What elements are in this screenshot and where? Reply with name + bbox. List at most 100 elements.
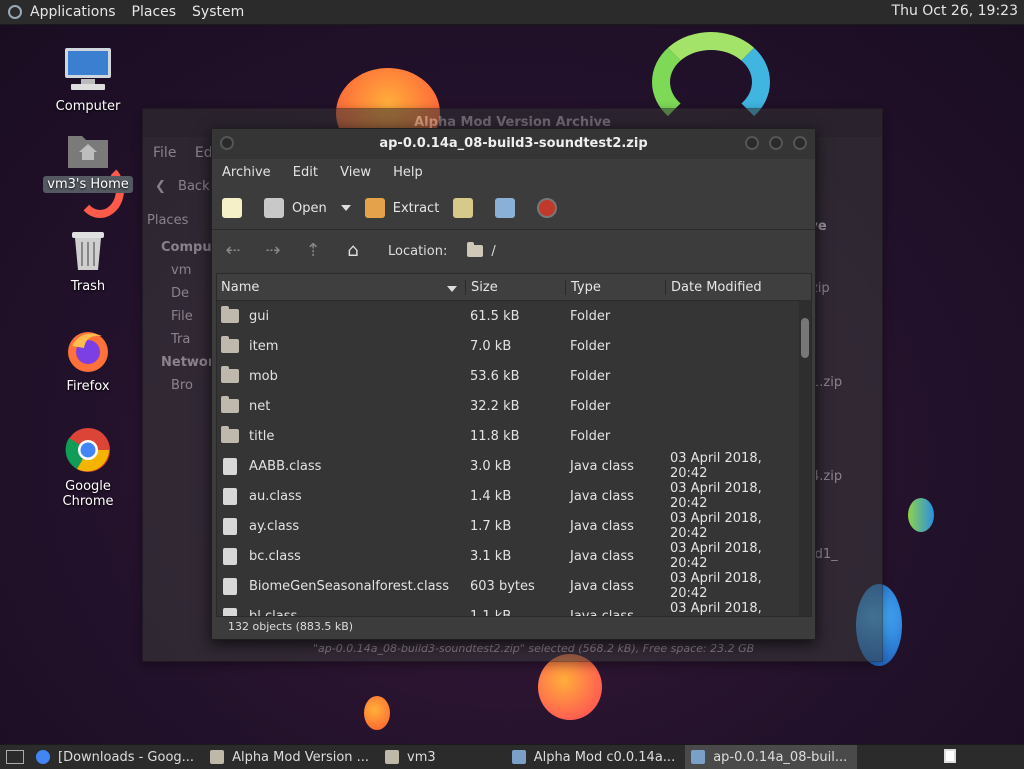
sidebar-heading: Places [147, 213, 189, 228]
vertical-scrollbar[interactable] [799, 300, 811, 616]
location-path[interactable]: / [467, 242, 496, 259]
cell-size: 3.1 kB [470, 548, 512, 564]
table-row[interactable]: au.class 1.4 kB Java class 03 April 2018, 2… [217, 481, 811, 511]
cell-name: mob [217, 366, 465, 384]
cell-size: 11.8 kB [470, 428, 520, 444]
task-list: [Downloads - Goog... Alpha Mod Version ..… [30, 745, 858, 769]
table-row[interactable]: item 7.0 kB Folder [217, 331, 811, 361]
cell-size: 7.0 kB [470, 338, 512, 354]
forward-arrow-icon[interactable]: ⇢ [262, 240, 284, 262]
cell-size: 3.0 kB [470, 458, 512, 474]
cell-type: Folder [570, 398, 611, 414]
workspace-switcher[interactable] [944, 749, 956, 763]
folder-icon [221, 426, 239, 443]
column-header-size[interactable]: Size [465, 279, 565, 295]
taskbar-item-label: vm3 [407, 749, 436, 765]
menu-file[interactable]: File [153, 145, 176, 161]
titlebar[interactable]: ap-0.0.14a_08-build3-soundtest2.zip [212, 129, 815, 159]
cell-name: gui [217, 306, 465, 324]
cell-date: 03 April 2018, 20:42 [670, 451, 762, 481]
minimize-button[interactable] [745, 136, 759, 150]
table-row[interactable]: gui 61.5 kB Folder [217, 301, 811, 331]
places-menu[interactable]: Places [124, 4, 185, 20]
small-blob-decoration [908, 498, 934, 532]
add-folder-button[interactable] [495, 198, 523, 218]
show-desktop-icon[interactable] [6, 750, 24, 764]
taskbar-item[interactable]: ap-0.0.14a_08-buil... [685, 745, 858, 769]
desktop-icon-home[interactable]: vm3's Home [38, 128, 138, 193]
table-row[interactable]: BiomeGenSeasonalforest.class 603 bytes Jav… [217, 571, 811, 601]
menu-help[interactable]: Help [393, 165, 423, 180]
archive-manager-window[interactable]: ap-0.0.14a_08-build3-soundtest2.zip Arch… [211, 128, 816, 640]
column-header-type[interactable]: Type [565, 279, 665, 295]
table-row[interactable]: mob 53.6 kB Folder [217, 361, 811, 391]
taskbar-item[interactable]: vm3 [379, 745, 446, 769]
scrollbar-thumb[interactable] [801, 318, 809, 358]
menu-view[interactable]: View [340, 165, 371, 180]
cell-type: Folder [570, 308, 611, 324]
menu-archive[interactable]: Archive [222, 165, 271, 180]
table-row[interactable]: title 11.8 kB Folder [217, 421, 811, 451]
desktop-icon-label: Firefox [66, 379, 110, 394]
folder-icon [467, 242, 484, 257]
add-files-button[interactable] [453, 198, 481, 218]
extract-button[interactable]: Extract [364, 198, 439, 218]
taskbar-item-label: [Downloads - Goog... [58, 749, 195, 765]
cell-size: 32.2 kB [470, 398, 520, 414]
column-header-name[interactable]: Name [217, 280, 465, 295]
cell-name-text: gui [249, 308, 270, 324]
open-button[interactable]: Open [264, 198, 351, 218]
column-header-date[interactable]: Date Modified [665, 279, 801, 295]
toolbar: Open Extract [212, 187, 815, 230]
top-panel: Applications Places System Thu Oct 26, 1… [0, 0, 1024, 25]
sidebar-item-computer[interactable]: Comput [161, 236, 218, 259]
desktop-icon-computer[interactable]: Computer [38, 46, 138, 115]
cell-date: 03 April 2018, 20:42 [670, 481, 762, 511]
maximize-button[interactable] [769, 136, 783, 150]
home-icon[interactable]: ⌂ [342, 240, 364, 262]
table-row[interactable]: net 32.2 kB Folder [217, 391, 811, 421]
open-dropdown-icon[interactable] [340, 205, 351, 211]
up-arrow-icon[interactable]: ⇡ [302, 240, 324, 262]
menu-edit[interactable]: Ed [195, 145, 213, 161]
desktop-icon-chrome[interactable]: Google Chrome [38, 426, 138, 510]
sidebar-item-browse-network[interactable]: Bro [171, 374, 213, 397]
desktop-icon-trash[interactable]: Trash [38, 226, 138, 295]
table-row[interactable]: bl.class 1.1 kB Java class 03 April 2018, 2… [217, 601, 811, 616]
stop-button[interactable] [537, 198, 565, 218]
distro-logo-icon[interactable] [8, 5, 22, 19]
file-icon [223, 577, 237, 595]
applications-menu[interactable]: Applications [22, 4, 124, 20]
menubar: Archive Edit View Help [212, 159, 815, 187]
sidebar-item-desktop[interactable]: De [171, 282, 213, 305]
new-archive-button[interactable] [222, 198, 250, 218]
system-menu[interactable]: System [184, 4, 252, 20]
sidebar-item-trash[interactable]: Tra [171, 328, 213, 351]
sidebar-item-network[interactable]: Network [161, 351, 223, 374]
window-title: ap-0.0.14a_08-build3-soundtest2.zip [379, 136, 648, 151]
column-header-label: Name [221, 279, 260, 295]
sidebar-item-filesystem[interactable]: File [171, 305, 213, 328]
taskbar-item[interactable]: Alpha Mod c0.0.14a... [506, 745, 686, 769]
back-arrow-icon[interactable]: ⇠ [222, 240, 244, 262]
cell-date: 03 April 2018, 20:42 [670, 511, 762, 541]
menu-edit[interactable]: Edit [293, 165, 318, 180]
folder-icon [221, 396, 239, 413]
clock[interactable]: Thu Oct 26, 19:23 [892, 3, 1018, 19]
back-arrow-icon: ❮ [155, 179, 166, 194]
sidebar-item-home[interactable]: vm [171, 259, 213, 282]
table-row[interactable]: ay.class 1.7 kB Java class 03 April 2018, 2… [217, 511, 811, 541]
window-menu-button[interactable] [220, 136, 234, 150]
file-list[interactable]: Name Size Type Date Modified gui 61.5 kB F… [216, 273, 812, 617]
table-row[interactable]: AABB.class 3.0 kB Java class 03 April 2018,… [217, 451, 811, 481]
close-button[interactable] [793, 136, 807, 150]
desktop-icon-firefox[interactable]: Firefox [38, 326, 138, 395]
taskbar-item[interactable]: Alpha Mod Version ... [204, 745, 379, 769]
file-icon [223, 487, 237, 505]
cell-type: Folder [570, 428, 611, 444]
cell-type: Java class [570, 488, 634, 504]
table-row[interactable]: bc.class 3.1 kB Java class 03 April 2018, 2… [217, 541, 811, 571]
cell-name: item [217, 336, 465, 354]
back-button[interactable]: ❮ Back [155, 179, 210, 194]
taskbar-item[interactable]: [Downloads - Goog... [30, 745, 204, 769]
